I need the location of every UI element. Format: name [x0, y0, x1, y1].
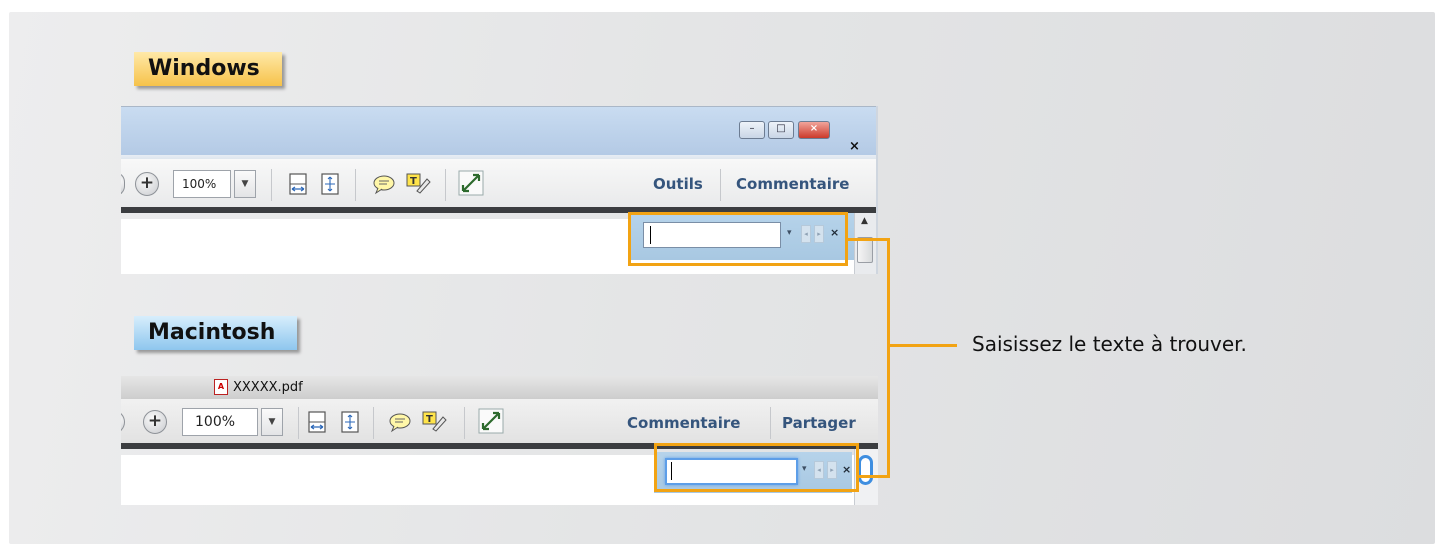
toolbar-divider — [355, 169, 356, 201]
toolbar-divider — [298, 407, 299, 439]
toolbar-divider — [445, 169, 446, 201]
fit-page-icon[interactable] — [339, 410, 361, 434]
fit-width-icon[interactable] — [287, 172, 309, 196]
fit-page-icon[interactable] — [319, 172, 341, 196]
zoom-dropdown-button[interactable]: ▼ — [261, 408, 283, 436]
windows-find-highlight — [628, 212, 848, 266]
highlight-text-icon[interactable]: T — [421, 409, 447, 433]
zoom-field[interactable]: 100% — [173, 170, 231, 198]
connector-line — [859, 475, 890, 478]
pdf-file-icon: A — [214, 379, 228, 395]
mac-titlebar: A XXXXX.pdf — [121, 376, 878, 399]
minimize-button[interactable]: – — [739, 121, 765, 139]
macintosh-label: Macintosh — [134, 316, 298, 350]
svg-text:T: T — [426, 414, 433, 425]
comment-link[interactable]: Commentaire — [627, 414, 740, 432]
connector-line — [887, 344, 957, 347]
maximize-button[interactable]: □ — [768, 121, 794, 139]
close-document-icon[interactable]: × — [849, 139, 860, 154]
full-screen-icon[interactable] — [478, 408, 504, 434]
toolbar-divider — [464, 407, 465, 439]
full-screen-icon[interactable] — [458, 170, 484, 196]
tools-link[interactable]: Outils — [653, 175, 703, 193]
connector-line — [848, 238, 890, 241]
zoom-field[interactable]: 100% — [182, 408, 258, 436]
scroll-thumb[interactable] — [858, 455, 873, 485]
windows-toolbar: + 100% ▼ T Outils Commentaire — [121, 159, 876, 213]
close-window-button[interactable]: × — [798, 121, 830, 139]
share-link[interactable]: Partager — [782, 414, 856, 432]
zoom-in-icon[interactable]: + — [135, 172, 159, 196]
zoom-out-icon[interactable] — [121, 410, 125, 434]
mac-toolbar: + 100% ▼ T Commentaire Partager — [121, 399, 878, 449]
mac-find-highlight — [654, 443, 859, 492]
comment-link[interactable]: Commentaire — [736, 175, 849, 193]
zoom-out-icon[interactable] — [121, 172, 125, 196]
toolbar-divider — [720, 169, 721, 201]
windows-label: Windows — [134, 52, 282, 86]
vertical-scrollbar[interactable]: ▲ — [854, 213, 876, 274]
zoom-dropdown-button[interactable]: ▼ — [234, 170, 256, 198]
comment-bubble-icon[interactable] — [387, 411, 413, 433]
zoom-in-icon[interactable]: + — [143, 410, 167, 434]
window-title: XXXXX.pdf — [233, 380, 303, 395]
windows-titlebar: – □ × × — [121, 106, 876, 155]
comment-bubble-icon[interactable] — [371, 173, 397, 195]
connector-line — [887, 238, 890, 478]
fit-width-icon[interactable] — [306, 410, 328, 434]
toolbar-divider — [271, 169, 272, 201]
toolbar-divider — [373, 407, 374, 439]
svg-text:T: T — [410, 176, 417, 187]
callout-text: Saisissez le texte à trouver. — [972, 332, 1247, 356]
scroll-up-icon[interactable]: ▲ — [861, 216, 868, 226]
highlight-text-icon[interactable]: T — [405, 171, 431, 195]
toolbar-divider — [770, 407, 771, 439]
